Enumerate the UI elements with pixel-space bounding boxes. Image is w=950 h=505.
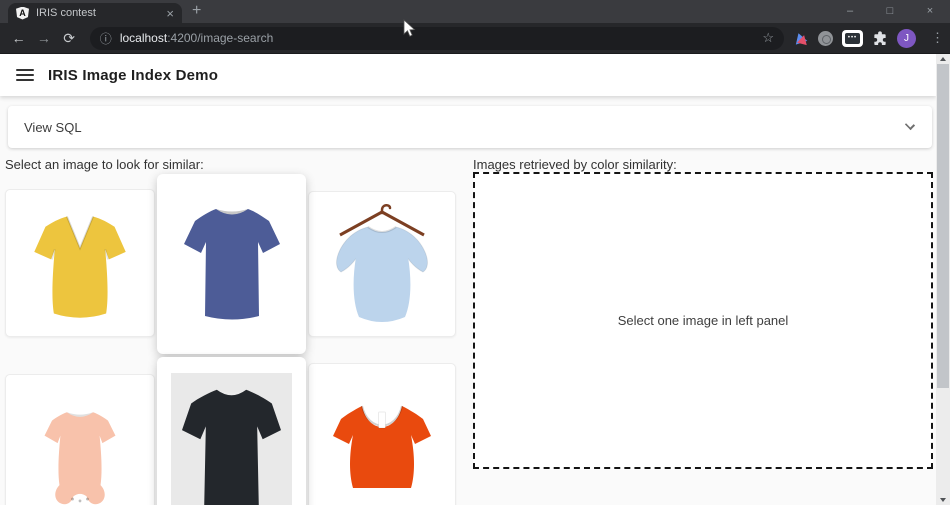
new-tab-button[interactable]: + — [192, 2, 201, 20]
address-bar[interactable]: ⓘ localhost:4200/image-search ☆ — [90, 27, 784, 50]
product-card-orange-croptop[interactable] — [308, 363, 456, 505]
app-header: IRIS Image Index Demo — [0, 54, 936, 96]
close-window-button[interactable]: × — [910, 0, 950, 23]
browser-toolbar: ← → ⟳ ⓘ localhost:4200/image-search ☆ ••… — [0, 23, 950, 54]
extensions-puzzle-icon[interactable] — [872, 30, 888, 46]
forward-button[interactable]: → — [31, 30, 56, 46]
app-title: IRIS Image Index Demo — [48, 67, 218, 84]
hamburger-menu-icon[interactable] — [16, 69, 34, 81]
back-button[interactable]: ← — [6, 30, 31, 46]
site-info-icon[interactable]: ⓘ — [100, 30, 112, 47]
url-text[interactable]: localhost:4200/image-search — [120, 31, 755, 45]
url-path: :4200/image-search — [167, 31, 273, 45]
right-panel-label: Images retrieved by color similarity: — [473, 157, 677, 172]
scroll-down-icon[interactable] — [940, 498, 946, 502]
navy-tshirt-image — [172, 190, 292, 336]
extension-dots-icon[interactable]: ••• — [842, 30, 863, 47]
product-card-yellow-top[interactable] — [5, 189, 155, 337]
extension-colorful-icon[interactable] — [794, 31, 809, 46]
window-controls: – □ × — [830, 0, 950, 23]
browser-tab[interactable]: A IRIS contest × — [8, 3, 182, 23]
results-empty-message: Select one image in left panel — [618, 313, 789, 328]
blue-blouse-image — [322, 200, 442, 332]
tab-title: IRIS contest — [36, 7, 159, 19]
view-sql-panel[interactable]: View SQL — [8, 106, 932, 148]
peach-onesie-image — [24, 399, 136, 505]
black-tshirt-image — [171, 373, 292, 505]
minimize-button[interactable]: – — [830, 0, 870, 23]
product-card-peach-onesie[interactable] — [5, 374, 155, 505]
maximize-button[interactable]: □ — [870, 0, 910, 23]
angular-favicon-icon: A — [16, 7, 29, 20]
page-content: IRIS Image Index Demo View SQL Select an… — [0, 54, 950, 505]
tab-strip: A IRIS contest × + – □ × — [0, 0, 950, 23]
product-card-blue-blouse[interactable] — [308, 191, 456, 337]
browser-menu-icon[interactable]: ⋮ — [925, 30, 950, 46]
refresh-button[interactable]: ⟳ — [57, 30, 82, 47]
yellow-top-image — [24, 202, 136, 328]
scroll-up-icon[interactable] — [940, 57, 946, 61]
orange-croptop-image — [322, 392, 442, 500]
tab-close-icon[interactable]: × — [166, 7, 174, 20]
scrollbar-thumb[interactable] — [937, 64, 949, 388]
profile-avatar[interactable]: J — [897, 29, 916, 48]
page-scrollbar[interactable] — [936, 54, 950, 505]
chevron-down-icon — [905, 120, 915, 130]
product-card-black-tshirt[interactable] — [157, 357, 306, 505]
browser-window: A IRIS contest × + – □ × ← → ⟳ ⓘ localho… — [0, 0, 950, 505]
extension-gray-icon[interactable] — [818, 31, 833, 46]
black-tshirt-photo-background — [171, 373, 292, 505]
extensions-area: ••• J ⋮ — [794, 29, 950, 48]
left-panel-label: Select an image to look for similar: — [5, 157, 204, 172]
bookmark-star-icon[interactable]: ☆ — [762, 30, 774, 46]
view-sql-label: View SQL — [24, 120, 82, 135]
results-dropzone: Select one image in left panel — [473, 172, 933, 469]
url-host: localhost — [120, 31, 167, 45]
product-card-navy-tshirt[interactable] — [157, 174, 306, 354]
